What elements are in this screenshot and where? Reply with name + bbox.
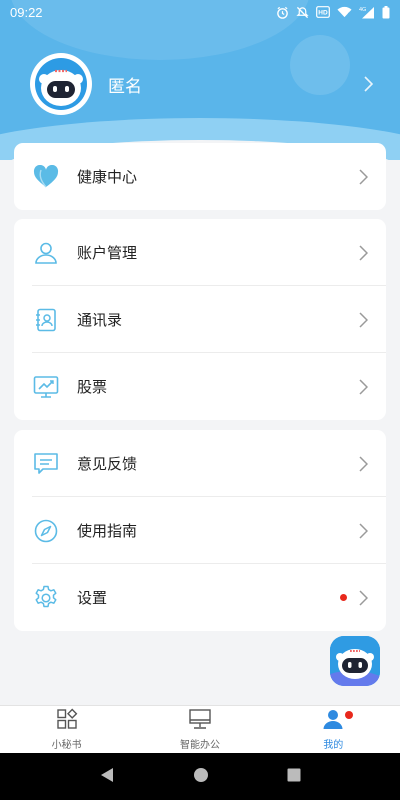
settings-card: 意见反馈 使用指南 设置 [14, 430, 386, 631]
chevron-right-icon [356, 311, 370, 328]
bottom-tab-bar: 小秘书 智能办公 我的 [0, 705, 400, 753]
back-icon[interactable] [99, 767, 115, 787]
user-icon [32, 239, 60, 267]
menu-item-guide[interactable]: 使用指南 [14, 497, 386, 564]
chevron-right-icon [356, 244, 370, 261]
robot-icon [330, 636, 380, 686]
menu-item-label: 设置 [77, 589, 108, 607]
chevron-right-icon [361, 76, 375, 92]
desktop-icon [188, 708, 212, 734]
tab-secretary[interactable]: 小秘书 [0, 706, 133, 753]
health-card: 健康中心 [14, 143, 386, 210]
chevron-right-icon [356, 168, 370, 185]
profile-name: 匿名 [108, 76, 142, 97]
svg-text:4G: 4G [359, 7, 366, 13]
signal-4g-icon: 4G [359, 6, 375, 19]
wifi-icon [337, 6, 352, 18]
menu-item-health[interactable]: 健康中心 [14, 143, 386, 210]
chevron-right-icon [356, 589, 370, 606]
chevron-right-icon [356, 455, 370, 472]
status-bar: 09:22 HD 4G [0, 0, 400, 24]
menu-item-feedback[interactable]: 意见反馈 [14, 430, 386, 497]
notification-dot [344, 711, 353, 719]
tab-label: 智能办公 [179, 740, 220, 751]
person-icon [322, 708, 344, 734]
menu-item-contacts[interactable]: 通讯录 [14, 286, 386, 353]
assistant-floating-button[interactable] [330, 636, 380, 686]
battery-icon [382, 5, 390, 19]
compass-icon [32, 517, 60, 545]
robot-avatar-icon [35, 58, 87, 110]
menu-item-label: 健康中心 [77, 168, 138, 186]
status-time: 09:22 [10, 4, 43, 20]
mute-icon [296, 6, 309, 19]
menu-item-label: 账户管理 [77, 244, 138, 262]
alarm-icon [276, 6, 289, 19]
recents-icon[interactable] [287, 767, 301, 786]
account-card: 账户管理 通讯录 股票 [14, 219, 386, 420]
tab-label: 我的 [323, 740, 344, 751]
menu-item-label: 股票 [77, 378, 108, 396]
feedback-icon [32, 450, 60, 478]
tab-smart-office[interactable]: 智能办公 [133, 706, 266, 753]
heart-icon [32, 163, 60, 191]
tab-label: 小秘书 [51, 740, 82, 751]
menu-item-label: 使用指南 [77, 522, 138, 540]
avatar[interactable] [30, 53, 92, 115]
tab-mine[interactable]: 我的 [267, 706, 400, 753]
notification-dot [340, 594, 347, 601]
menu-item-account[interactable]: 账户管理 [14, 219, 386, 286]
menu-item-stocks[interactable]: 股票 [14, 353, 386, 420]
chevron-right-icon [356, 522, 370, 539]
address-book-icon [32, 306, 60, 334]
menu-item-label: 意见反馈 [77, 455, 138, 473]
chevron-right-icon [356, 378, 370, 395]
svg-text:HD: HD [318, 10, 328, 17]
home-icon[interactable] [193, 767, 209, 787]
system-navigation-bar [0, 753, 400, 800]
apps-icon [56, 708, 78, 734]
hd-icon: HD [316, 6, 330, 18]
profile-row[interactable]: 匿名 [30, 53, 375, 115]
menu-item-settings[interactable]: 设置 [14, 564, 386, 631]
stock-chart-icon [32, 373, 60, 401]
menu-item-label: 通讯录 [77, 311, 123, 329]
gear-icon [32, 584, 60, 612]
